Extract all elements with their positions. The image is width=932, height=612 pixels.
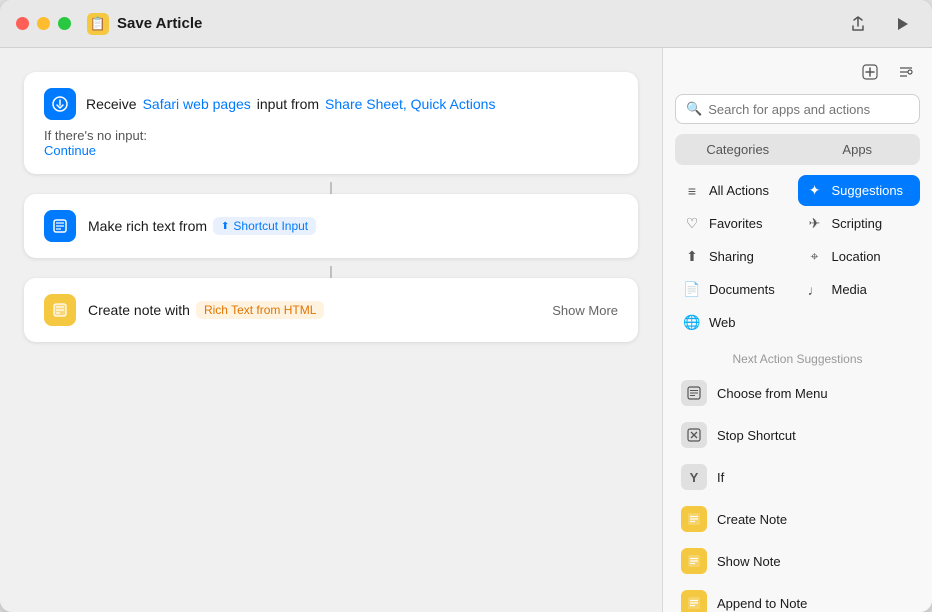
nav-favorites-label: Favorites	[709, 216, 762, 231]
show-more-button[interactable]: Show More	[552, 303, 618, 318]
choose-menu-icon	[681, 380, 707, 406]
titlebar: 📋 Save Article	[0, 0, 932, 48]
no-input-text: If there's no input: Continue	[44, 128, 618, 158]
nav-sharing-label: Sharing	[709, 249, 754, 264]
connector-1	[330, 182, 332, 194]
suggestion-choose-from-menu[interactable]: Choose from Menu	[671, 372, 924, 414]
nav-scripting[interactable]: ✈ Scripting	[798, 208, 921, 239]
make-rich-text-card: Make rich text from ⬆ Shortcut Input	[24, 194, 638, 258]
stop-shortcut-icon	[681, 422, 707, 448]
app-icon: 📋	[87, 13, 109, 35]
media-icon: ♩	[806, 282, 824, 298]
continue-link[interactable]: Continue	[44, 143, 96, 158]
make-icon	[44, 210, 76, 242]
sharing-icon: ⬆	[683, 248, 701, 265]
receive-icon	[44, 88, 76, 120]
create-note-card: Create note with Rich Text from HTML Sho…	[24, 278, 638, 342]
suggestion-stop-shortcut[interactable]: Stop Shortcut	[671, 414, 924, 456]
minimize-button[interactable]	[37, 17, 50, 30]
filter-button[interactable]	[892, 58, 920, 86]
documents-icon: 📄	[683, 281, 701, 298]
maximize-button[interactable]	[58, 17, 71, 30]
source-link[interactable]: Share Sheet, Quick Actions	[325, 96, 495, 112]
shortcut-input-tag[interactable]: ⬆ Shortcut Input	[213, 217, 316, 235]
receive-text: Receive Safari web pages input from Shar…	[86, 96, 495, 112]
suggestion-create-note[interactable]: Create Note	[671, 498, 924, 540]
tab-apps[interactable]: Apps	[798, 137, 918, 162]
favorites-icon: ♡	[683, 215, 701, 232]
show-note-icon	[681, 548, 707, 574]
scripting-icon: ✈	[806, 215, 824, 232]
title-actions	[844, 10, 916, 38]
nav-all-actions[interactable]: ≡ All Actions	[675, 175, 798, 206]
nav-grid: ≡ All Actions ✦ Suggestions ♡ Favorites …	[663, 175, 932, 346]
workflow-panel: Receive Safari web pages input from Shar…	[0, 48, 662, 612]
connector-2	[330, 266, 332, 278]
nav-media-label: Media	[832, 282, 867, 297]
tab-categories[interactable]: Categories	[678, 137, 798, 162]
location-icon: ⌖	[806, 248, 824, 265]
nav-suggestions-label: Suggestions	[832, 183, 904, 198]
suggestion-if[interactable]: Y If	[671, 456, 924, 498]
filter-icon	[898, 64, 914, 80]
nav-favorites[interactable]: ♡ Favorites	[675, 208, 798, 239]
nav-documents[interactable]: 📄 Documents	[675, 274, 798, 305]
web-icon: 🌐	[683, 314, 701, 331]
add-icon	[862, 64, 878, 80]
window-title: Save Article	[117, 15, 202, 32]
show-note-label: Show Note	[717, 554, 781, 569]
safari-web-pages-link[interactable]: Safari web pages	[143, 96, 251, 112]
create-note-icon	[681, 506, 707, 532]
nav-suggestions[interactable]: ✦ Suggestions	[798, 175, 921, 206]
all-actions-icon: ≡	[683, 183, 701, 199]
suggestions-heading: Next Action Suggestions	[663, 346, 932, 372]
if-label: If	[717, 470, 724, 485]
nav-location-label: Location	[832, 249, 881, 264]
play-button[interactable]	[888, 10, 916, 38]
rich-text-tag[interactable]: Rich Text from HTML	[196, 301, 324, 319]
suggestion-append-to-note[interactable]: Append to Note	[671, 582, 924, 612]
create-note-text: Create note with Rich Text from HTML	[88, 301, 540, 319]
app-window: 📋 Save Article	[0, 0, 932, 612]
suggestions-icon: ✦	[806, 182, 824, 199]
category-tabs: Categories Apps	[675, 134, 920, 165]
nav-web[interactable]: 🌐 Web	[675, 307, 798, 338]
receive-row: Receive Safari web pages input from Shar…	[44, 88, 618, 120]
nav-media[interactable]: ♩ Media	[798, 274, 921, 305]
stop-shortcut-label: Stop Shortcut	[717, 428, 796, 443]
search-icon: 🔍	[686, 101, 702, 117]
nav-scripting-label: Scripting	[832, 216, 883, 231]
suggestions-list: Choose from Menu Stop Shortcut Y	[663, 372, 932, 612]
add-action-button[interactable]	[856, 58, 884, 86]
create-note-label: Create Note	[717, 512, 787, 527]
receive-card: Receive Safari web pages input from Shar…	[24, 72, 638, 174]
close-button[interactable]	[16, 17, 29, 30]
nav-sharing[interactable]: ⬆ Sharing	[675, 241, 798, 272]
share-icon	[850, 16, 866, 32]
choose-menu-label: Choose from Menu	[717, 386, 828, 401]
main-content: Receive Safari web pages input from Shar…	[0, 48, 932, 612]
right-panel: 🔍 Categories Apps ≡ All Actions ✦ Sugges…	[662, 48, 932, 612]
panel-header	[663, 48, 932, 94]
search-input[interactable]	[708, 102, 909, 117]
make-text: Make rich text from ⬆ Shortcut Input	[88, 217, 618, 235]
append-note-icon	[681, 590, 707, 612]
traffic-lights	[16, 17, 71, 30]
note-icon	[44, 294, 76, 326]
share-button[interactable]	[844, 10, 872, 38]
play-icon	[894, 16, 910, 32]
append-note-label: Append to Note	[717, 596, 807, 611]
if-icon: Y	[681, 464, 707, 490]
nav-all-actions-label: All Actions	[709, 183, 769, 198]
nav-web-label: Web	[709, 315, 736, 330]
suggestion-show-note[interactable]: Show Note	[671, 540, 924, 582]
nav-documents-label: Documents	[709, 282, 775, 297]
search-bar: 🔍	[675, 94, 920, 124]
nav-location[interactable]: ⌖ Location	[798, 241, 921, 272]
